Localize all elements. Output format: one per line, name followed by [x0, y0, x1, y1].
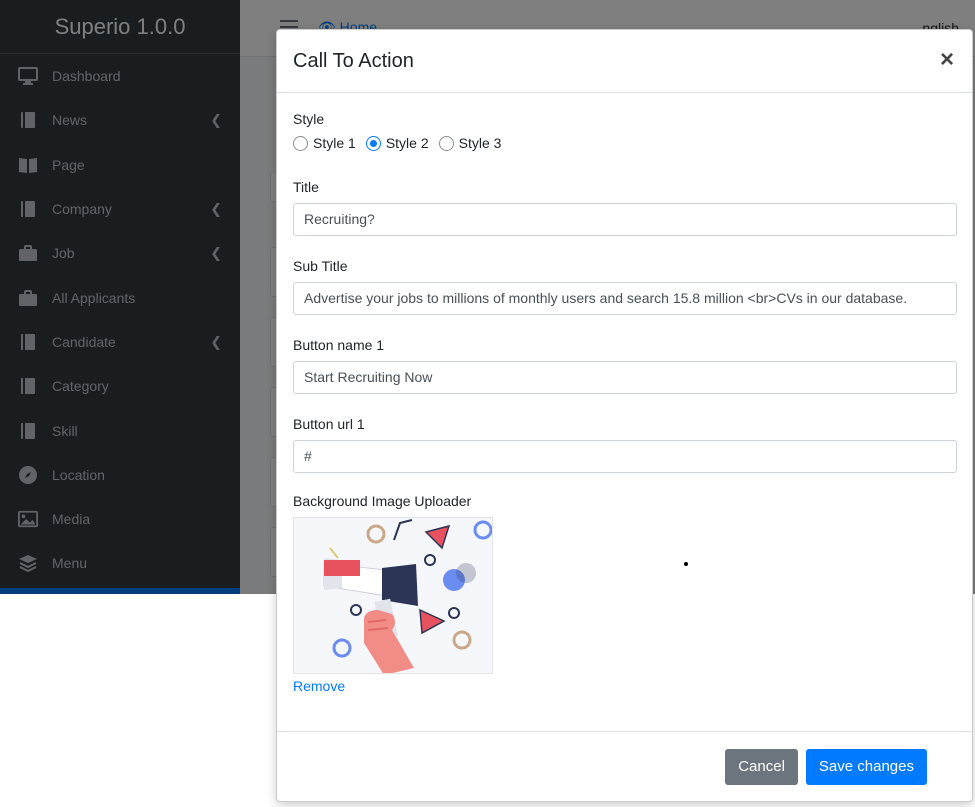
remove-image-link[interactable]: Remove: [293, 678, 345, 694]
uploader-label: Background Image Uploader: [293, 493, 472, 509]
radio-button[interactable]: [293, 135, 308, 151]
button-url-field-group: Button url 1 #: [293, 416, 957, 473]
uploader-group: Background Image Uploader Remove: [293, 493, 956, 694]
save-changes-button[interactable]: Save changes: [805, 748, 927, 785]
cancel-button[interactable]: Cancel: [725, 748, 798, 785]
radio-button[interactable]: [438, 135, 454, 151]
button-name-field-group: Button name 1 Start Recruiting Now: [293, 337, 957, 394]
button-url-input[interactable]: #: [293, 440, 957, 473]
subtitle-input[interactable]: Advertise your jobs to millions of month…: [293, 282, 957, 315]
call-to-action-modal: Call To Action × Style Style 1 Style 2 Sty…: [276, 29, 973, 802]
style-radio-1[interactable]: Style 1: [293, 135, 356, 151]
title-field-group: Title Recruiting?: [293, 179, 957, 236]
style-radio-3[interactable]: Style 3: [438, 135, 502, 151]
modal-body: Style Style 1 Style 2 Style 3 Title Recrui…: [277, 93, 972, 694]
subtitle-field-group: Sub Title Advertise your jobs to million…: [293, 258, 957, 315]
close-icon[interactable]: ×: [940, 48, 954, 72]
modal-footer: Cancel Save changes: [277, 731, 972, 801]
modal-header: Call To Action ×: [277, 30, 972, 93]
button-name-label: Button name 1: [293, 337, 385, 353]
megaphone-illustration: [294, 518, 492, 673]
radio-label: Style 1: [313, 135, 356, 151]
stray-dot: [684, 562, 688, 566]
button-url-label: Button url 1: [293, 416, 365, 432]
style-radio-2[interactable]: Style 2: [365, 135, 429, 151]
radio-label: Style 3: [458, 135, 502, 151]
title-input[interactable]: Recruiting?: [293, 203, 957, 236]
uploaded-image-preview[interactable]: [293, 517, 493, 674]
subtitle-label: Sub Title: [293, 258, 348, 274]
style-label: Style: [293, 111, 325, 127]
radio-label: Style 2: [385, 135, 429, 151]
radio-button[interactable]: [365, 135, 381, 151]
button-name-input[interactable]: Start Recruiting Now: [293, 361, 957, 394]
modal-title: Call To Action: [293, 49, 414, 72]
title-label: Title: [293, 179, 319, 195]
style-radio-group: Style 1 Style 2 Style 3: [293, 135, 956, 151]
